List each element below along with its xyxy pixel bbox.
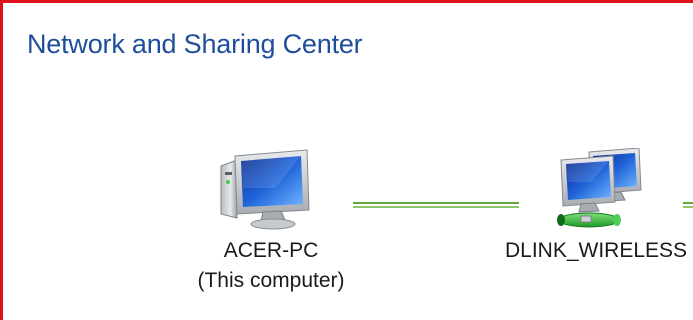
node-name: DLINK_WIRELESS xyxy=(504,239,688,262)
computer-icon xyxy=(215,148,315,237)
network-icon xyxy=(547,147,647,237)
page-title: Network and Sharing Center xyxy=(27,29,363,59)
connection-line xyxy=(683,197,693,208)
node-subtitle: (This computer) xyxy=(197,269,345,292)
node-name: ACER-PC xyxy=(223,239,319,262)
connection-line xyxy=(353,197,519,208)
window-frame: Network and Sharing Center ACER-PC (This… xyxy=(0,0,693,320)
